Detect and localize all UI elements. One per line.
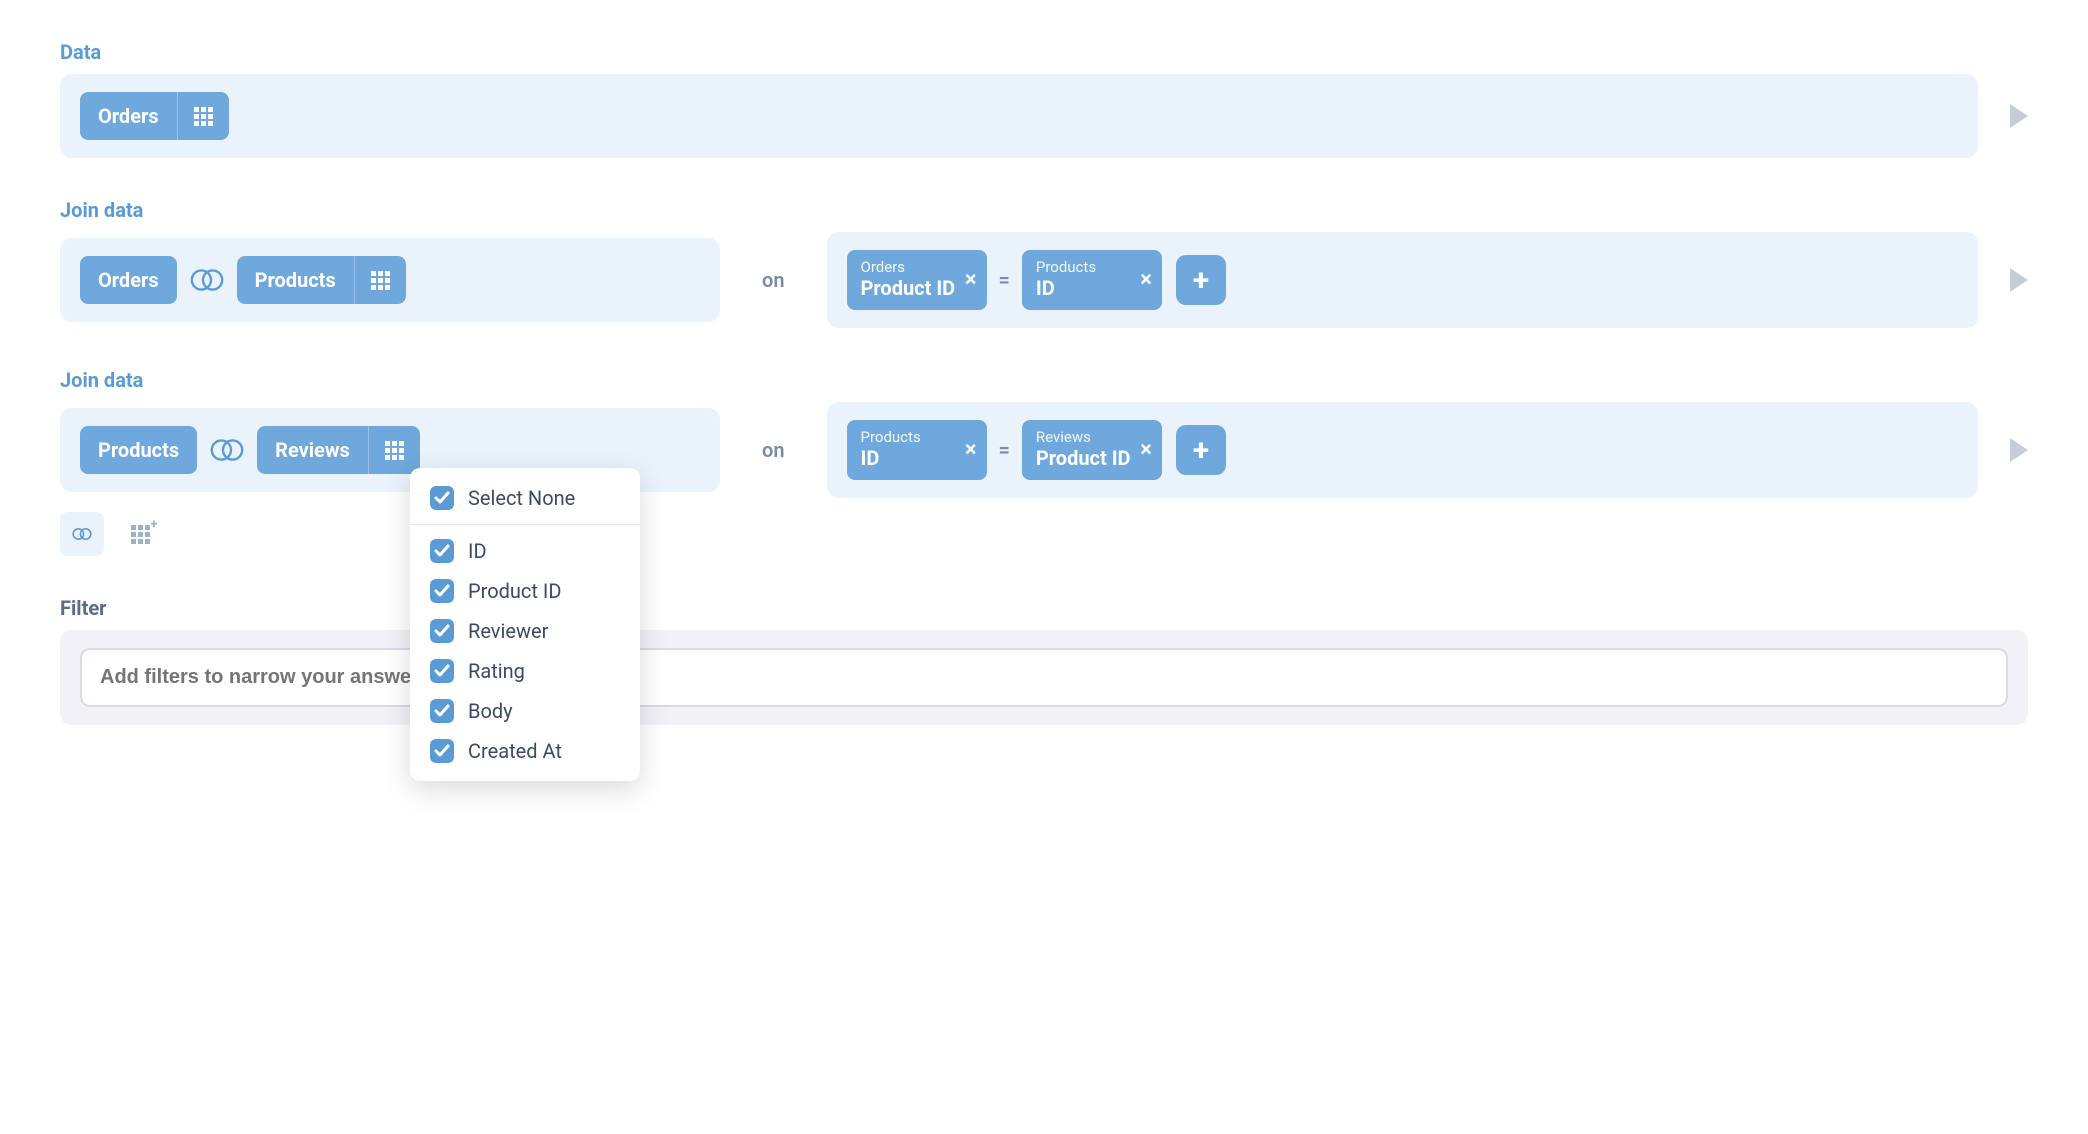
equals-label: = (987, 268, 1022, 292)
join-section-2: Join data Products Reviews on Products I… (60, 368, 2028, 556)
section-toggle-arrow-icon[interactable] (2010, 104, 2028, 128)
popover-divider (410, 524, 640, 525)
checkbox-checked-icon (430, 486, 454, 510)
join-right-table-chip[interactable]: Reviews (257, 426, 420, 474)
on-label: on (732, 438, 815, 462)
section-toggle-arrow-icon[interactable] (2010, 438, 2028, 462)
data-section-label: Data (60, 40, 2028, 64)
join-right-table[interactable]: Reviews (257, 426, 368, 474)
join-condition-panel: Products ID × = Reviews Product ID × + (827, 402, 1979, 498)
column-item[interactable]: Rating (410, 651, 640, 691)
data-panel: Orders (60, 74, 1978, 158)
column-item[interactable]: Product ID (410, 571, 640, 611)
table-grid-icon[interactable] (177, 92, 229, 140)
checkbox-checked-icon (430, 739, 454, 763)
join-type-icon[interactable] (187, 266, 227, 294)
join-tables-panel: Orders Products (60, 238, 720, 322)
equals-label: = (987, 438, 1022, 462)
filter-section: Filter (60, 596, 2028, 725)
data-table-name[interactable]: Orders (80, 92, 177, 140)
checkbox-checked-icon (430, 699, 454, 723)
add-join-button[interactable] (60, 512, 104, 556)
join-condition-panel: Orders Product ID × = Products ID × + (827, 232, 1979, 328)
remove-condition-icon[interactable]: × (1140, 268, 1152, 293)
join-right-table[interactable]: Products (237, 256, 354, 304)
add-table-button[interactable]: + (118, 512, 162, 556)
column-item[interactable]: ID (410, 531, 640, 571)
join-right-condition[interactable]: Products ID × (1022, 250, 1162, 310)
on-label: on (732, 268, 815, 292)
column-item[interactable]: Body (410, 691, 640, 731)
checkbox-checked-icon (430, 619, 454, 643)
columns-popover: Select None ID Product ID Reviewer Ratin… (410, 468, 640, 781)
data-section: Data Orders (60, 40, 2028, 158)
join-left-condition[interactable]: Orders Product ID × (847, 250, 987, 310)
select-none-item[interactable]: Select None (410, 478, 640, 518)
remove-condition-icon[interactable]: × (1140, 438, 1152, 463)
column-item[interactable]: Created At (410, 731, 640, 771)
filter-panel (60, 630, 2028, 725)
data-table-chip[interactable]: Orders (80, 92, 229, 140)
join-left-condition[interactable]: Products ID × (847, 420, 987, 480)
remove-condition-icon[interactable]: × (965, 438, 977, 463)
column-item[interactable]: Reviewer (410, 611, 640, 651)
table-grid-icon[interactable] (368, 426, 420, 474)
add-condition-button[interactable]: + (1176, 425, 1226, 475)
remove-condition-icon[interactable]: × (965, 268, 977, 293)
add-condition-button[interactable]: + (1176, 255, 1226, 305)
join-right-table-chip[interactable]: Products (237, 256, 406, 304)
section-toggle-arrow-icon[interactable] (2010, 268, 2028, 292)
join-type-icon[interactable] (207, 436, 247, 464)
join-section-label: Join data (60, 368, 2028, 392)
join-right-condition[interactable]: Reviews Product ID × (1022, 420, 1162, 480)
join-tools-row: + (60, 512, 2028, 556)
join-left-table[interactable]: Products (80, 426, 197, 474)
table-grid-icon[interactable] (354, 256, 406, 304)
checkbox-checked-icon (430, 539, 454, 563)
join-section-label: Join data (60, 198, 2028, 222)
checkbox-checked-icon (430, 659, 454, 683)
filter-section-label: Filter (60, 596, 2028, 620)
checkbox-checked-icon (430, 579, 454, 603)
join-section-1: Join data Orders Products on Orders Prod… (60, 198, 2028, 328)
join-left-table[interactable]: Orders (80, 256, 177, 304)
filter-input[interactable] (80, 648, 2008, 707)
